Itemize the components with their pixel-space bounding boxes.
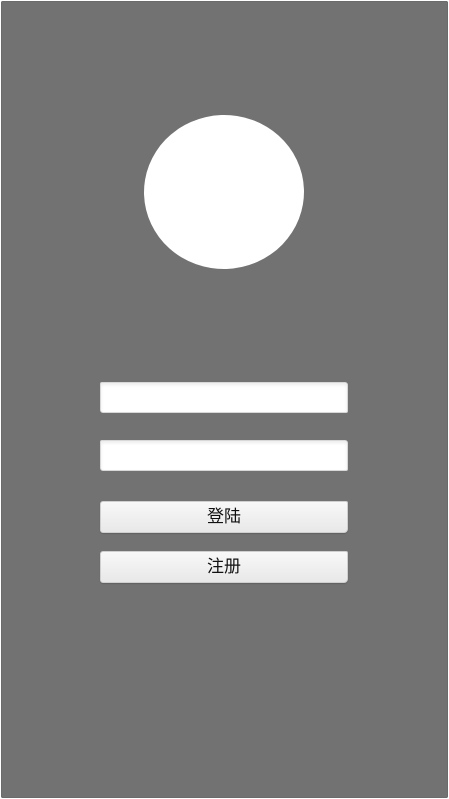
password-input[interactable] bbox=[100, 440, 348, 471]
username-input[interactable] bbox=[100, 382, 348, 413]
avatar bbox=[141, 112, 307, 272]
login-button[interactable]: 登陆 bbox=[100, 501, 348, 533]
login-screen: 登陆 注册 bbox=[1, 1, 448, 798]
register-button[interactable]: 注册 bbox=[100, 551, 348, 583]
